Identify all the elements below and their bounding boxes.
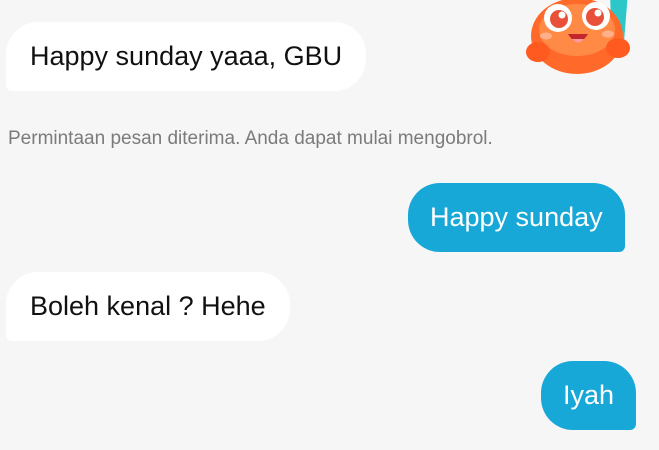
message-bubble-incoming[interactable]: Boleh kenal ? Hehe: [6, 272, 290, 341]
message-text: Happy sunday: [430, 202, 603, 232]
message-text: Iyah: [563, 380, 615, 410]
message-bubble-outgoing[interactable]: Happy sunday: [408, 183, 625, 252]
orange-creature-sticker-icon: [518, 0, 636, 84]
system-notice: Permintaan pesan diterima. Anda dapat mu…: [8, 128, 493, 149]
message-bubble-outgoing[interactable]: Iyah: [541, 361, 637, 430]
message-text: Happy sunday yaaa, GBU: [30, 41, 343, 71]
message-bubble-incoming[interactable]: Happy sunday yaaa, GBU: [6, 22, 367, 91]
message-text: Boleh kenal ? Hehe: [30, 291, 266, 321]
